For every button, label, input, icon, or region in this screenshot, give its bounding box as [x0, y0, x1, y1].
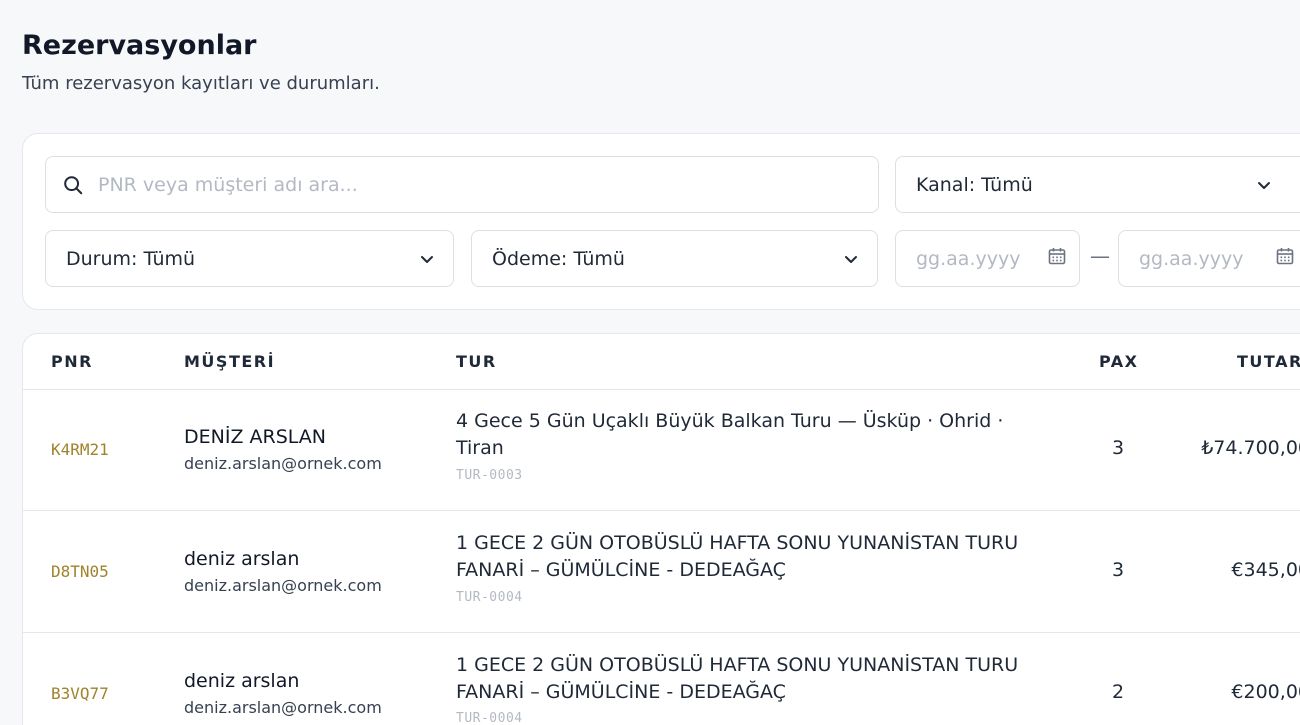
chevron-down-icon: [1256, 177, 1272, 193]
table-header-divider: [23, 389, 1300, 390]
chevron-down-icon: [419, 251, 435, 267]
calendar-icon[interactable]: [1275, 246, 1295, 271]
column-header-tour[interactable]: TUR: [456, 352, 497, 371]
customer-email: deniz.arslan@ornek.com: [184, 576, 382, 595]
tour-title: 4 Gece 5 Gün Uçaklı Büyük Balkan Turu — …: [456, 410, 1004, 459]
amount: €345,00: [1231, 559, 1300, 581]
customer-name: deniz arslan: [184, 670, 300, 692]
kanal-select[interactable]: Kanal: Tümü: [895, 156, 1300, 213]
pnr-code[interactable]: K4RM21: [51, 440, 109, 459]
column-header-customer[interactable]: MÜŞTERİ: [184, 352, 275, 371]
pax-count: 3: [1111, 437, 1125, 459]
customer-email: deniz.arslan@ornek.com: [184, 698, 382, 717]
pnr-code[interactable]: B3VQ77: [51, 684, 109, 703]
chevron-down-icon: [843, 251, 859, 267]
tour-title: 1 GECE 2 GÜN OTOBÜSLÜ HAFTA SONU YUNANİS…: [456, 532, 1019, 581]
tour-code: TUR-0003: [456, 468, 523, 483]
tour-code: TUR-0004: [456, 711, 523, 725]
search-input[interactable]: [98, 173, 838, 196]
search-icon: [62, 173, 86, 197]
date-to-placeholder: gg.aa.yyyy: [1139, 247, 1244, 270]
reservations-page: Rezervasyonlar Tüm rezervasyon kayıtları…: [0, 0, 1300, 725]
customer-email: deniz.arslan@ornek.com: [184, 454, 382, 473]
date-range-separator: —: [1090, 244, 1110, 268]
calendar-icon[interactable]: [1047, 246, 1067, 271]
pax-count: 2: [1111, 681, 1125, 703]
column-header-amount[interactable]: TUTAR: [1237, 352, 1300, 371]
amount: ₺74.700,00: [1201, 437, 1300, 459]
durum-select-label: Durum: Tümü: [66, 247, 196, 270]
odeme-select-label: Ödeme: Tümü: [492, 247, 625, 270]
row-divider: [23, 632, 1300, 633]
tour-title: 1 GECE 2 GÜN OTOBÜSLÜ HAFTA SONU YUNANİS…: [456, 654, 1019, 703]
durum-select[interactable]: Durum: Tümü: [45, 230, 454, 287]
page-subtitle: Tüm rezervasyon kayıtları ve durumları.: [22, 73, 380, 94]
date-to-field[interactable]: gg.aa.yyyy: [1118, 230, 1300, 287]
date-from-field[interactable]: gg.aa.yyyy: [895, 230, 1080, 287]
tour-code: TUR-0004: [456, 590, 523, 605]
pax-count: 3: [1111, 559, 1125, 581]
date-from-placeholder: gg.aa.yyyy: [916, 247, 1021, 270]
customer-name: deniz arslan: [184, 548, 300, 570]
search-box[interactable]: [45, 156, 879, 213]
pnr-code[interactable]: D8TN05: [51, 562, 109, 581]
customer-name: DENİZ ARSLAN: [184, 426, 326, 448]
odeme-select[interactable]: Ödeme: Tümü: [471, 230, 878, 287]
column-header-pax[interactable]: PAX: [1099, 352, 1138, 371]
column-header-pnr[interactable]: PNR: [51, 352, 93, 371]
amount: €200,00: [1231, 681, 1300, 703]
row-divider: [23, 510, 1300, 511]
page-title: Rezervasyonlar: [22, 30, 257, 61]
kanal-select-label: Kanal: Tümü: [916, 173, 1033, 196]
